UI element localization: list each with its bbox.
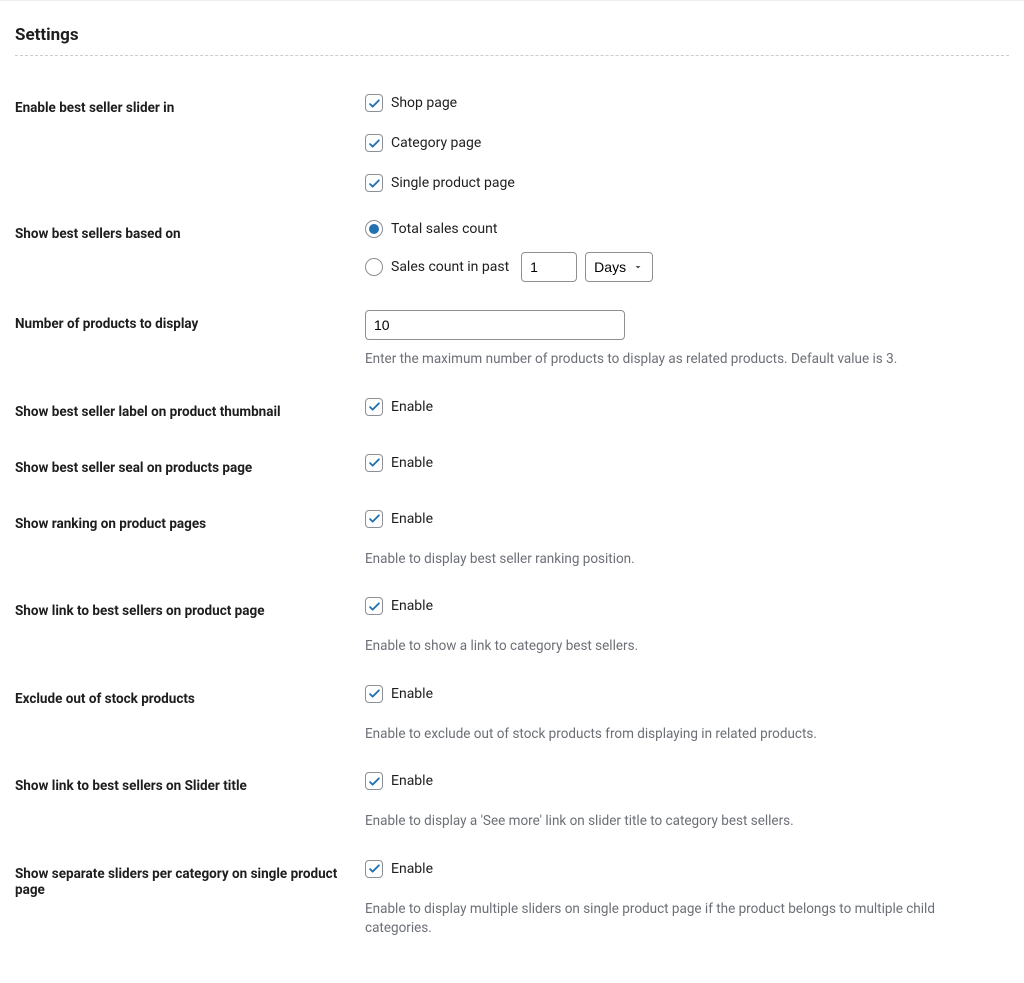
radio-total-sales[interactable] [365, 220, 383, 238]
checkbox-link-slider-title[interactable] [365, 772, 383, 790]
enable-link-product: Enable [391, 598, 433, 614]
check-icon [367, 861, 382, 876]
option-shop-page: Shop page [391, 95, 457, 111]
option-sales-past: Sales count in past [391, 259, 509, 275]
label-label-thumb: Show best seller label on product thumbn… [15, 384, 365, 440]
past-unit-select[interactable]: Days [585, 252, 653, 282]
help-num-products: Enter the maximum number of products to … [365, 350, 999, 370]
radio-sales-past[interactable] [365, 258, 383, 276]
check-icon [367, 96, 382, 111]
checkbox-link-product[interactable] [365, 597, 383, 615]
enable-seal-page: Enable [391, 455, 433, 471]
option-single-product-page: Single product page [391, 175, 515, 191]
checkbox-exclude-oos[interactable] [365, 685, 383, 703]
divider [15, 55, 1009, 56]
help-link-slider-title: Enable to display a 'See more' link on s… [365, 812, 999, 832]
enable-exclude-oos: Enable [391, 686, 433, 702]
enable-separate-sliders: Enable [391, 861, 433, 877]
label-enable-slider: Enable best seller slider in [15, 80, 365, 206]
help-exclude-oos: Enable to exclude out of stock products … [365, 725, 999, 745]
help-ranking: Enable to display best seller ranking po… [365, 550, 999, 570]
label-num-products: Number of products to display [15, 296, 365, 384]
checkbox-seal-page[interactable] [365, 454, 383, 472]
checkbox-separate-sliders[interactable] [365, 860, 383, 878]
enable-ranking: Enable [391, 511, 433, 527]
past-count-input[interactable] [521, 252, 577, 282]
help-link-product: Enable to show a link to category best s… [365, 637, 999, 657]
page-title: Settings [15, 25, 1009, 45]
check-icon [367, 455, 382, 470]
check-icon [367, 774, 382, 789]
check-icon [367, 176, 382, 191]
check-icon [367, 599, 382, 614]
option-total-sales: Total sales count [391, 221, 497, 237]
help-separate-sliders: Enable to display multiple sliders on si… [365, 900, 999, 939]
label-ranking: Show ranking on product pages [15, 496, 365, 584]
check-icon [367, 511, 382, 526]
label-separate-sliders: Show separate sliders per category on si… [15, 846, 365, 953]
radio-dot-icon [369, 224, 379, 234]
label-seal-page: Show best seller seal on products page [15, 440, 365, 496]
label-link-slider-title: Show link to best sellers on Slider titl… [15, 758, 365, 846]
option-category-page: Category page [391, 135, 481, 151]
settings-table: Enable best seller slider in Shop page C… [15, 80, 1009, 953]
label-exclude-oos: Exclude out of stock products [15, 671, 365, 759]
label-based-on: Show best sellers based on [15, 206, 365, 296]
checkbox-label-thumb[interactable] [365, 398, 383, 416]
check-icon [367, 399, 382, 414]
num-products-input[interactable] [365, 310, 625, 340]
checkbox-ranking[interactable] [365, 510, 383, 528]
checkbox-category-page[interactable] [365, 134, 383, 152]
enable-label-thumb: Enable [391, 399, 433, 415]
check-icon [367, 136, 382, 151]
checkbox-single-product-page[interactable] [365, 174, 383, 192]
enable-link-slider-title: Enable [391, 773, 433, 789]
check-icon [367, 686, 382, 701]
checkbox-shop-page[interactable] [365, 94, 383, 112]
label-link-product: Show link to best sellers on product pag… [15, 583, 365, 671]
